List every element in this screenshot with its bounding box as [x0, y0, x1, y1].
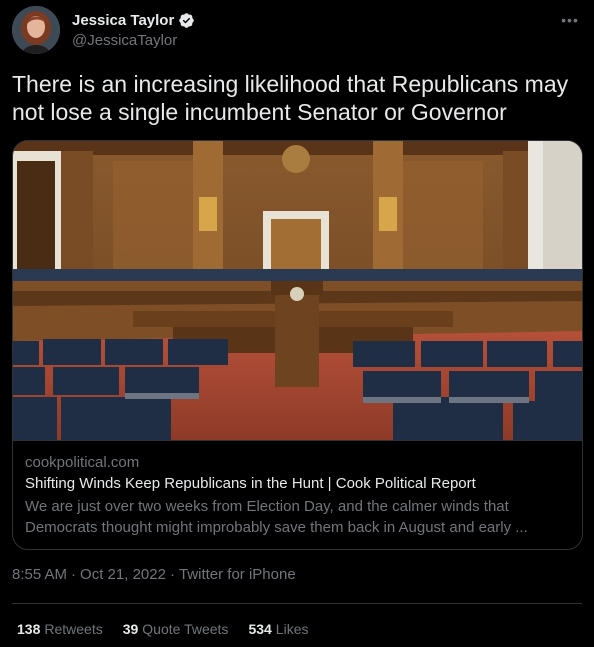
avatar[interactable]	[12, 6, 60, 54]
ellipsis-icon: •••	[561, 12, 579, 28]
quote-tweets-count: 39	[122, 621, 139, 637]
card-domain: cookpolitical.com	[25, 454, 140, 471]
quote-tweets-label: Quote Tweets	[142, 621, 229, 637]
card-image[interactable]	[13, 141, 582, 440]
display-name[interactable]: Jessica Taylor	[72, 12, 174, 29]
tweet-meta: 8:55 AM · Oct 21, 2022 · Twitter for iPh…	[12, 566, 296, 583]
quote-tweets-stat[interactable]: 39 Quote Tweets	[123, 621, 229, 637]
retweets-stat[interactable]: 138 Retweets	[17, 621, 103, 637]
divider	[12, 603, 582, 604]
senate-hearing-room-photo-icon	[13, 141, 582, 440]
card-title: Shifting Winds Keep Republicans in the H…	[25, 475, 476, 492]
verified-badge-icon	[179, 13, 195, 28]
likes-stat[interactable]: 534 Likes	[248, 621, 308, 637]
card-body[interactable]: cookpolitical.com Shifting Winds Keep Re…	[13, 440, 582, 549]
tweet-source[interactable]: Twitter for iPhone	[179, 566, 296, 583]
likes-label: Likes	[275, 621, 309, 637]
retweets-label: Retweets	[44, 621, 103, 637]
tweet-header: Jessica Taylor @JessicaTaylor •••	[12, 6, 582, 58]
link-card[interactable]: cookpolitical.com Shifting Winds Keep Re…	[12, 140, 583, 550]
handle[interactable]: @JessicaTaylor	[72, 32, 177, 49]
retweets-count: 138	[17, 621, 41, 637]
tweet-text: There is an increasing likelihood that R…	[12, 71, 569, 125]
more-options-button[interactable]: •••	[558, 8, 582, 32]
engagement-stats: 138 Retweets 39 Quote Tweets 534 Likes	[17, 621, 308, 637]
likes-count: 534	[248, 621, 272, 637]
profile-photo-icon	[12, 6, 60, 54]
meta-separator: ·	[71, 566, 77, 583]
card-description: We are just over two weeks from Election…	[25, 498, 528, 536]
tweet-time[interactable]: 8:55 AM	[12, 566, 67, 583]
tweet-date[interactable]: Oct 21, 2022	[80, 566, 166, 583]
meta-separator: ·	[169, 566, 175, 583]
